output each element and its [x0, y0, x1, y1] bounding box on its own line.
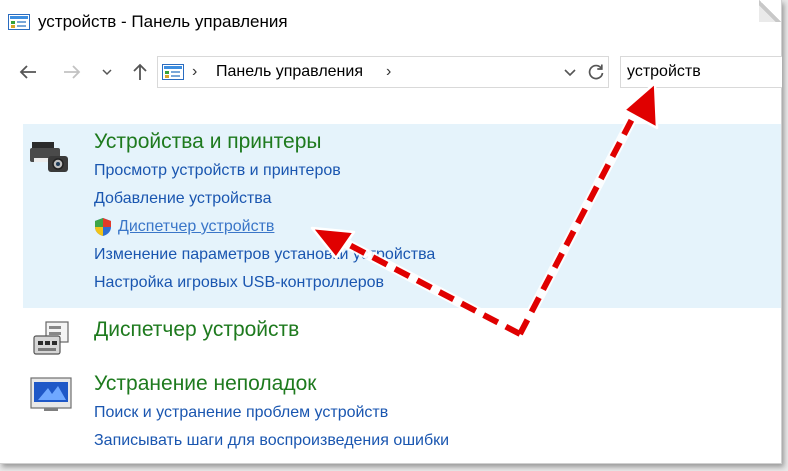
link-device-manager[interactable]: Диспетчер устройств [118, 218, 274, 236]
link-view-devices-printers[interactable]: Просмотр устройств и принтеров [94, 162, 341, 180]
refresh-icon[interactable] [586, 62, 606, 82]
breadcrumb-separator[interactable]: › [192, 63, 197, 81]
arrow-up-icon [133, 63, 147, 80]
control-panel-window: устройств - Панель управления › Панель у… [0, 0, 782, 464]
group-title-devices-printers[interactable]: Устройства и принтеры [94, 130, 321, 154]
search-query[interactable]: устройств [627, 63, 701, 81]
back-button[interactable] [16, 60, 40, 84]
chevron-down-icon [102, 69, 112, 76]
search-input[interactable]: устройств [620, 56, 782, 88]
control-panel-icon [8, 14, 30, 30]
control-panel-icon [162, 64, 184, 80]
uac-shield-icon [95, 218, 111, 236]
printer-camera-icon [30, 142, 68, 172]
page-fold-decoration [759, 0, 781, 22]
address-history-chevron-icon[interactable] [562, 63, 578, 81]
forward-button[interactable] [60, 60, 84, 84]
group-title-device-manager[interactable]: Диспетчер устройств [94, 318, 299, 342]
up-button[interactable] [128, 60, 152, 84]
arrow-right-icon [64, 65, 81, 79]
device-manager-icon [33, 321, 69, 355]
link-device-installation-settings[interactable]: Изменение параметров установки устройств… [94, 246, 435, 264]
troubleshooting-icon [30, 377, 72, 411]
recent-locations-button[interactable] [98, 60, 116, 84]
link-add-device[interactable]: Добавление устройства [94, 190, 272, 208]
breadcrumb-separator[interactable]: › [386, 63, 391, 81]
link-record-steps[interactable]: Записывать шаги для воспроизведения ошиб… [94, 432, 449, 450]
arrow-left-icon [19, 65, 36, 79]
link-usb-game-controllers[interactable]: Настройка игровых USB-контроллеров [94, 274, 384, 292]
link-find-fix-device-problems[interactable]: Поиск и устранение проблем устройств [94, 404, 388, 422]
address-bar[interactable]: › Панель управления › [157, 56, 609, 88]
title-bar: устройств - Панель управления [0, 0, 760, 40]
group-title-troubleshooting[interactable]: Устранение неполадок [94, 372, 316, 396]
window-title: устройств - Панель управления [38, 12, 288, 31]
breadcrumb-control-panel[interactable]: Панель управления [216, 63, 363, 81]
